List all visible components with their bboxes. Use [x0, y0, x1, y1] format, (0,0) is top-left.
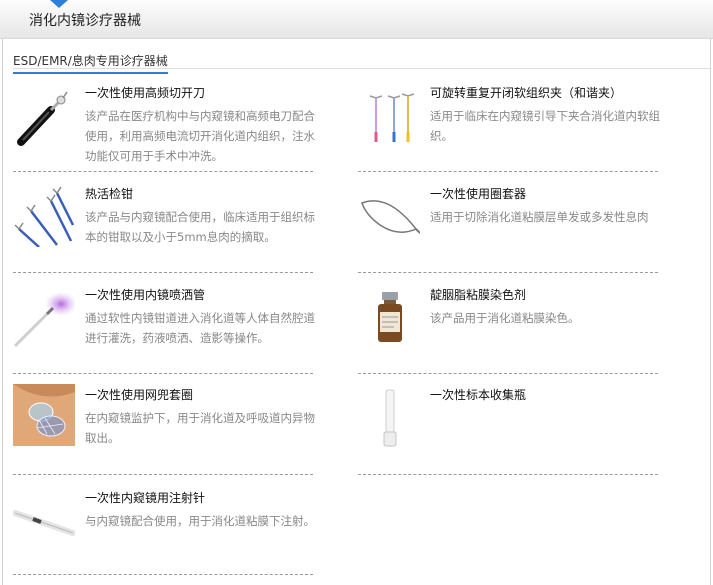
product-name[interactable]: 一次性使用内镜喷洒管	[85, 286, 205, 303]
product-description: 通过软性内镜钳道进入消化道等人体自然腔道进行灌洗，药液喷洒、造影等操作。	[85, 311, 315, 345]
product-name[interactable]: 一次性使用网兜套圈	[85, 386, 193, 403]
dashed-divider	[13, 474, 313, 475]
product-name[interactable]: 靛胭脂粘膜染色剂	[430, 286, 526, 303]
product-item[interactable]: 一次性使用内镜喷洒管 通过软性内镜钳道进入消化道等人体自然腔道进行灌洗，药液喷洒…	[13, 286, 315, 376]
product-description: 在内窥镜监护下，用于消化道及呼吸道内异物取出。	[85, 411, 315, 445]
product-name[interactable]: 可旋转重复开闭软组织夹（和谐夹）	[430, 84, 622, 101]
product-name[interactable]: 一次性使用圈套器	[430, 185, 526, 202]
dashed-divider	[358, 474, 658, 475]
snare-icon[interactable]	[358, 185, 421, 247]
product-item[interactable]: 热活检钳 该产品与内窥镜配合使用，临床适用于组织标本的钳取以及小于5mm息肉的摘…	[13, 185, 315, 275]
product-description: 该产品在医疗机构中与内窥镜和高频电刀配合使用，利用高频电流切开消化道内组织，注水…	[85, 109, 315, 163]
product-item[interactable]: 一次性标本收集瓶	[358, 386, 658, 476]
dashed-divider	[13, 171, 313, 172]
clip-icon[interactable]	[358, 84, 420, 146]
product-description: 适用于临床在内窥镜引导下夹合消化道内软组织。	[430, 109, 660, 143]
product-item[interactable]: 靛胭脂粘膜染色剂 该产品用于消化道粘膜染色。	[358, 286, 658, 376]
product-description: 该产品与内窥镜配合使用，临床适用于组织标本的钳取以及小于5mm息肉的摘取。	[85, 210, 315, 244]
product-item[interactable]: 一次性内窥镜用注射针 与内窥镜配合使用，用于消化道粘膜下注射。	[12, 489, 315, 579]
product-name[interactable]: 一次性使用高频切开刀	[85, 84, 205, 101]
frame-right-border	[710, 38, 711, 585]
page-header: 消化内镜诊疗器械	[0, 0, 713, 39]
dashed-divider	[13, 373, 313, 374]
dashed-divider	[358, 373, 658, 374]
hf-knife-icon[interactable]	[13, 84, 75, 146]
spray-tube-icon[interactable]	[13, 286, 77, 348]
injection-needle-icon[interactable]	[12, 489, 76, 551]
active-tab-indicator	[50, 0, 68, 8]
dashed-divider	[358, 171, 658, 172]
specimen-bottle-icon[interactable]	[358, 386, 420, 448]
dashed-divider	[13, 574, 313, 575]
dye-bottle-icon[interactable]	[358, 286, 420, 348]
product-name[interactable]: 一次性内窥镜用注射针	[85, 489, 205, 506]
product-description: 该产品用于消化道粘膜染色。	[430, 311, 580, 325]
dashed-divider	[358, 272, 658, 273]
page-title: 消化内镜诊疗器械	[29, 13, 141, 29]
dashed-divider	[13, 272, 313, 273]
product-description: 与内窥镜配合使用，用于消化道粘膜下注射。	[85, 514, 315, 528]
product-name[interactable]: 热活检钳	[85, 185, 133, 202]
product-item[interactable]: 一次性使用网兜套圈 在内窥镜监护下，用于消化道及呼吸道内异物取出。	[13, 384, 315, 476]
product-description: 适用于切除消化道粘膜层单发或多发性息肉	[430, 210, 649, 224]
section-divider	[13, 68, 710, 69]
section-title[interactable]: ESD/EMR/息肉专用诊疗器械	[13, 52, 168, 74]
product-item[interactable]: 一次性使用圈套器 适用于切除消化道粘膜层单发或多发性息肉	[358, 185, 658, 275]
frame-left-border	[2, 38, 3, 585]
net-snare-icon[interactable]	[13, 384, 75, 446]
product-name[interactable]: 一次性标本收集瓶	[430, 386, 526, 403]
forceps-icon[interactable]	[13, 185, 75, 248]
product-item[interactable]: 一次性使用高频切开刀 该产品在医疗机构中与内窥镜和高频电刀配合使用，利用高频电流…	[13, 84, 315, 174]
product-item[interactable]: 可旋转重复开闭软组织夹（和谐夹） 适用于临床在内窥镜引导下夹合消化道内软组织。	[358, 84, 660, 174]
